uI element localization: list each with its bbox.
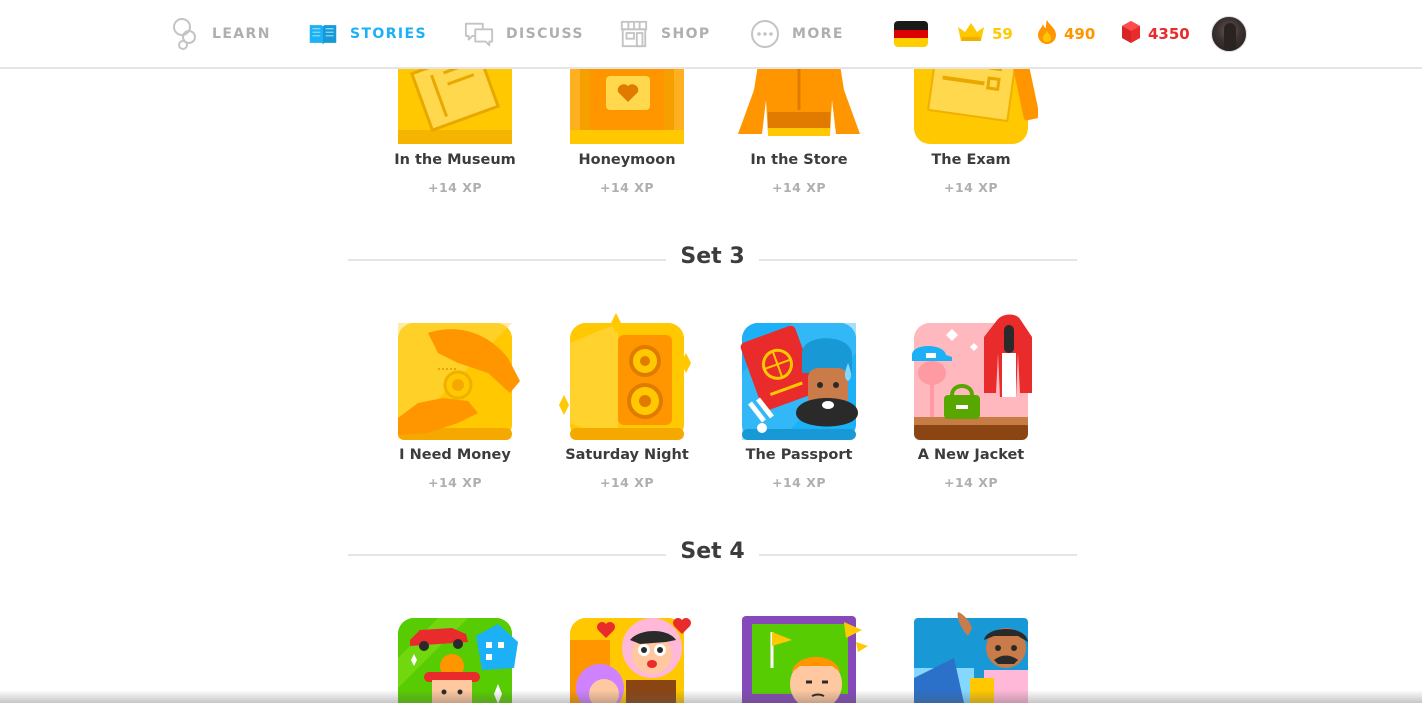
story-xp: +14 XP [427, 180, 483, 195]
story-card-set4-2[interactable] [552, 608, 702, 703]
gems-stat[interactable]: 4350 [1120, 17, 1190, 51]
set-title: Set 4 [348, 539, 1077, 564]
nav-more-label: MORE [792, 26, 844, 42]
more-dots-icon [750, 19, 780, 49]
story-xp: +14 XP [771, 475, 827, 490]
set-3-header: Set 3 [348, 244, 1077, 274]
story-xp: +14 XP [599, 475, 655, 490]
story-card-the-passport[interactable]: The Passport +14 XP [724, 313, 874, 498]
story-title: I Need Money [399, 447, 511, 463]
speech-bubbles-icon [464, 19, 494, 49]
gems-count: 4350 [1148, 25, 1190, 43]
story-card-set4-3[interactable] [724, 608, 874, 703]
stories-content: In the Museum +14 XP Honeymoon +14 XP In… [0, 0, 1422, 703]
story-card-a-new-jacket[interactable]: A New Jacket +14 XP [896, 313, 1046, 498]
story-xp: +14 XP [943, 180, 999, 195]
jacket-shop-icon [912, 314, 1032, 440]
story-xp: +14 XP [427, 475, 483, 490]
top-navigation-bar: LEARN STORIES DISCUSS SHOP MORE 59 490 4… [0, 0, 1422, 69]
streak-count: 490 [1064, 25, 1096, 43]
story-card-i-need-money[interactable]: I Need Money +14 XP [380, 313, 530, 498]
crown-icon [956, 21, 986, 47]
story-title: The Passport [745, 447, 853, 463]
streak-stat[interactable]: 490 [1036, 17, 1095, 51]
money-hands-icon [398, 323, 520, 440]
open-book-icon [308, 19, 338, 49]
nav-learn[interactable]: LEARN [170, 17, 271, 51]
story-title: In the Store [750, 152, 848, 168]
nav-discuss[interactable]: DISCUSS [464, 17, 584, 51]
passport-character-icon [740, 323, 858, 440]
nav-shop-label: SHOP [661, 26, 711, 42]
story-card-saturday-night[interactable]: Saturday Night +14 XP [552, 313, 702, 498]
nav-stories[interactable]: STORIES [308, 17, 427, 51]
nav-more[interactable]: MORE [750, 17, 844, 51]
nav-shop[interactable]: SHOP [619, 17, 711, 51]
nav-learn-label: LEARN [212, 26, 271, 42]
red-gem-icon [1120, 20, 1142, 48]
set-4-header: Set 4 [348, 539, 1077, 569]
crowns-count: 59 [992, 25, 1013, 43]
story-title: The Exam [931, 152, 1011, 168]
nav-discuss-label: DISCUSS [506, 26, 584, 42]
user-avatar[interactable] [1211, 16, 1247, 52]
story-card-set4-4[interactable] [896, 608, 1046, 703]
bottom-edge-shadow [0, 690, 1422, 703]
shop-storefront-icon [619, 19, 649, 49]
story-title: Saturday Night [565, 447, 689, 463]
story-xp: +14 XP [599, 180, 655, 195]
story-title: In the Museum [394, 152, 516, 168]
speaker-icon [559, 313, 691, 440]
flame-icon [1036, 19, 1058, 49]
german-flag-icon[interactable] [894, 21, 928, 47]
nav-stories-label: STORIES [350, 26, 427, 42]
learn-bubbles-icon [170, 18, 200, 50]
story-xp: +14 XP [771, 180, 827, 195]
avatar-figure [1224, 23, 1236, 51]
story-title: Honeymoon [578, 152, 676, 168]
crowns-stat[interactable]: 59 [956, 17, 1013, 51]
story-title: A New Jacket [917, 447, 1025, 463]
set-title: Set 3 [348, 244, 1077, 269]
story-card-set4-1[interactable] [380, 608, 530, 703]
story-xp: +14 XP [943, 475, 999, 490]
